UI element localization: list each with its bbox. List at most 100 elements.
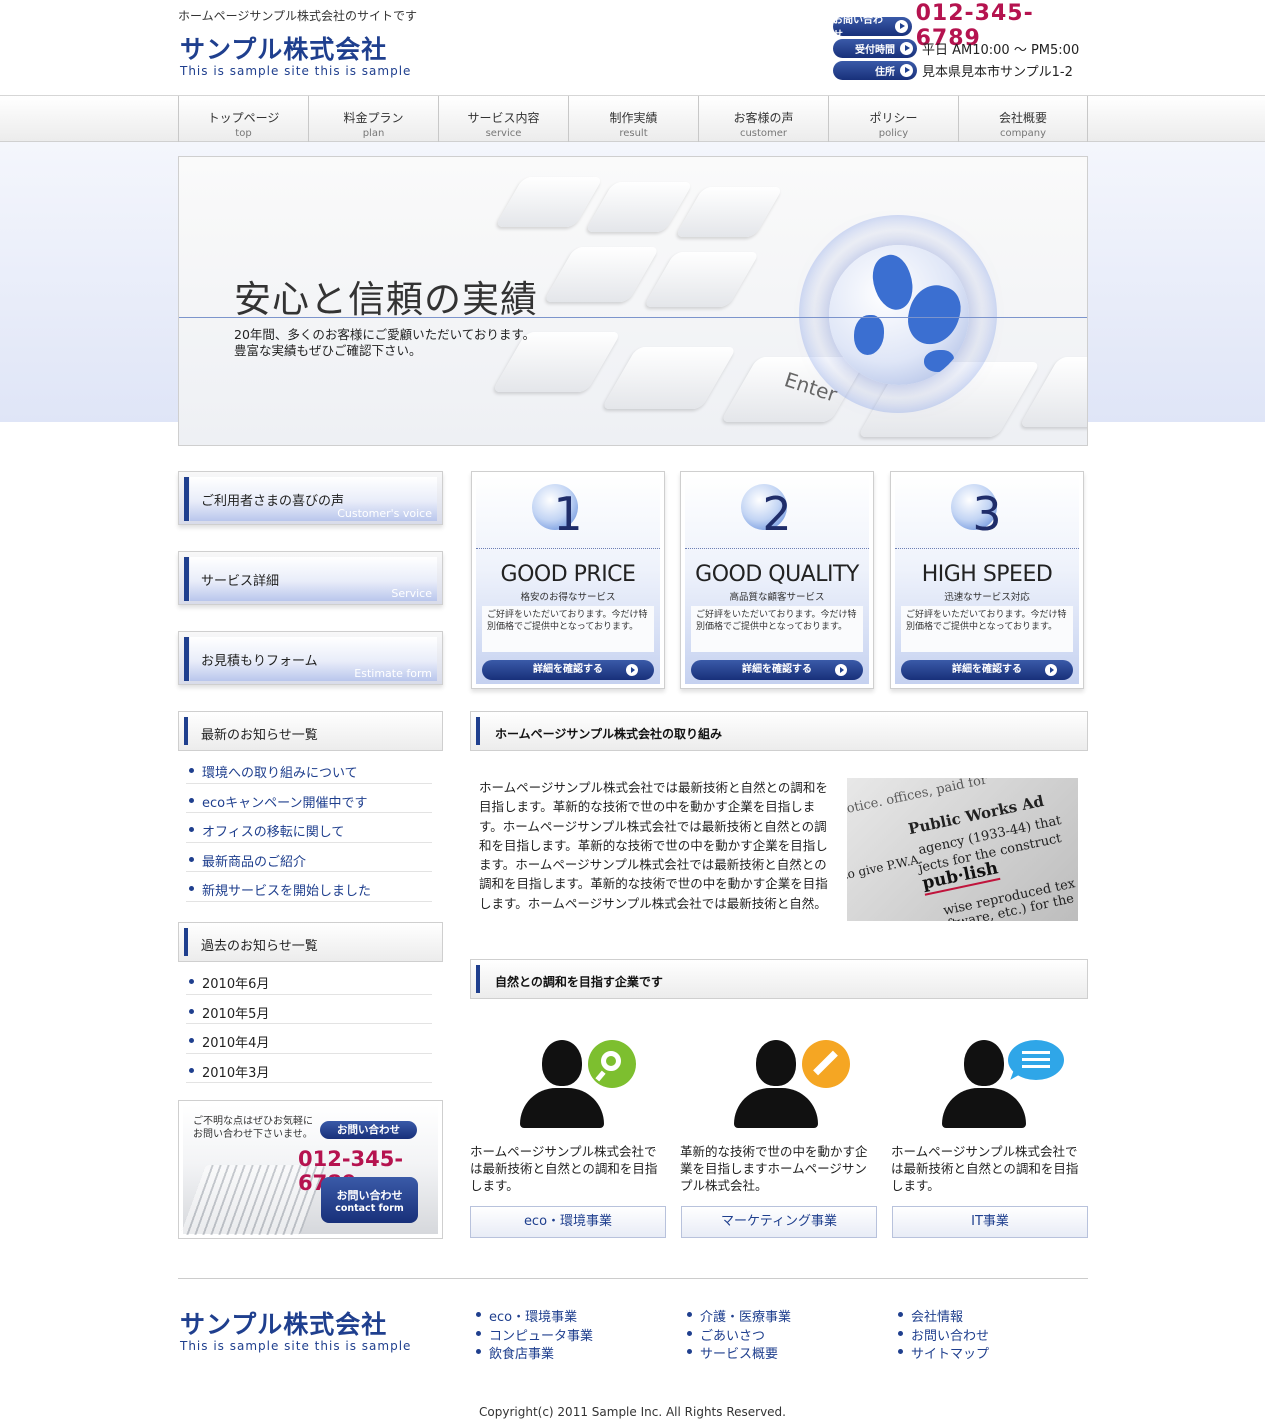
keyboard-key — [643, 252, 760, 307]
search-icon — [588, 1040, 636, 1088]
header-address: 見本県見本市サンプル1-2 — [922, 64, 1073, 80]
footer-links-col2: 介護・医療事業 ごあいさつ サービス概要 — [686, 1306, 886, 1362]
arrow-right-icon — [894, 19, 908, 33]
header-contact-button[interactable]: お問い合わせ — [833, 15, 912, 41]
global-nav: トップページ top 料金プラン plan サービス内容 service 制作実績 re… — [178, 96, 1088, 142]
dictionary-photo: notice. offices, paid for Public Works A… — [847, 778, 1078, 921]
feature-number: 1 — [553, 487, 583, 541]
keyboard-key — [674, 187, 784, 237]
logo-subtext: This is sample site this is sample — [180, 64, 412, 78]
contact-form-button[interactable]: お問い合わせ contact form — [321, 1177, 418, 1223]
feature-card-quality: 2 GOOD QUALITY 高品質な顧客サービス ご好評をいただいております。… — [680, 471, 874, 689]
footer-link[interactable]: 会社情報 — [897, 1306, 1097, 1325]
feature-description: ご好評をいただいております。今だけ特別価格でご提供中となっております。 — [482, 606, 654, 652]
footer-link[interactable]: 飲食店事業 — [475, 1343, 675, 1362]
news-item[interactable]: 環境への取り組みについて — [186, 754, 432, 784]
footer-logo-subtext: This is sample site this is sample — [180, 1339, 412, 1353]
feature-subtitle: 迅速なサービス対応 — [944, 592, 1030, 603]
footer-links-col3: 会社情報 お問い合わせ サイトマップ — [897, 1306, 1097, 1362]
footer-links-col1: eco・環境事業 コンピュータ事業 飲食店事業 — [475, 1306, 675, 1362]
marketing-business-button[interactable]: マーケティング事業 — [681, 1206, 877, 1238]
footer-link[interactable]: eco・環境事業 — [475, 1306, 675, 1325]
nav-item-plan[interactable]: 料金プラン plan — [308, 96, 438, 142]
business-marketing-text: 革新的な技術で世の中を動かす企業を目指しますホームページサンプル株式会社。 — [680, 1144, 868, 1193]
footer-logo-text: サンプル株式会社 — [180, 1310, 388, 1339]
feature-description: ご好評をいただいております。今だけ特別価格でご提供中となっております。 — [691, 606, 863, 652]
archive-item[interactable]: 2010年6月 — [186, 965, 432, 995]
global-nav-bar: トップページ top 料金プラン plan サービス内容 service 制作実績 re… — [0, 95, 1265, 142]
hero-banner: Enter 安心と信頼の実績 20年間、多くのお客様にご愛顧いただいております。… — [178, 156, 1088, 446]
feature-subtitle: 高品質な顧客サービス — [729, 592, 825, 603]
feature-detail-button[interactable]: 詳細を確認する — [901, 660, 1073, 680]
archive-item[interactable]: 2010年4月 — [186, 1024, 432, 1054]
feature-title: GOOD QUALITY — [695, 562, 859, 587]
keyboard-key — [584, 182, 694, 232]
eco-business-button[interactable]: eco・環境事業 — [470, 1206, 666, 1238]
archive-item[interactable]: 2010年3月 — [186, 1054, 432, 1083]
section-heading-initiatives: ホームページサンプル株式会社の取り組み — [470, 711, 1088, 751]
feature-detail-button[interactable]: 詳細を確認する — [691, 660, 863, 680]
sidebar-banner-service[interactable]: サービス詳細 Service — [178, 551, 443, 605]
nav-item-policy[interactable]: ポリシー policy — [828, 96, 958, 142]
site-tagline: ホームページサンプル株式会社のサイトです — [178, 9, 418, 23]
header-hours: 平日 AM10:00 ～ PM5:00 — [922, 42, 1080, 58]
nav-item-top[interactable]: トップページ top — [178, 96, 308, 142]
it-business-button[interactable]: IT事業 — [892, 1206, 1088, 1238]
sidebar-banner-customer-voice[interactable]: ご利用者さまの喜びの声 Customer's voice — [178, 471, 443, 525]
nav-item-result[interactable]: 制作実績 result — [568, 96, 698, 142]
feature-card-speed: 3 HIGH SPEED 迅速なサービス対応 ご好評をいただいております。今だけ… — [890, 471, 1084, 689]
nav-item-service[interactable]: サービス内容 service — [438, 96, 568, 142]
contact-prompt: ご不明な点はぜひお気軽に お問い合わせ下さいませ。 — [193, 1116, 313, 1140]
globe-icon — [829, 245, 969, 385]
address-label: 住所 — [833, 60, 917, 80]
arrow-right-icon — [900, 63, 913, 77]
keyboard-key — [494, 177, 604, 227]
person-search-icon — [520, 1040, 640, 1130]
footer-link[interactable]: サービス概要 — [686, 1343, 886, 1362]
footer-link[interactable]: お問い合わせ — [897, 1325, 1097, 1344]
feature-detail-button[interactable]: 詳細を確認する — [482, 660, 654, 680]
news-list: 環境への取り組みについて ecoキャンペーン開催中です オフィスの移転に関して … — [186, 754, 432, 902]
initiatives-body: ホームページサンプル株式会社では最新技術と自然との調和を目指します。革新的な技術… — [479, 780, 828, 911]
feature-subtitle: 格安のお得なサービス — [520, 592, 616, 603]
feature-title: GOOD PRICE — [500, 562, 636, 587]
news-item[interactable]: ecoキャンペーン開催中です — [186, 784, 432, 813]
logo-text: サンプル株式会社 — [180, 35, 388, 64]
hero-subtitle: 20年間、多くのお客様にご愛顧いただいております。 豊富な実績もぜひご確認下さい… — [234, 327, 536, 358]
news-item[interactable]: オフィスの移転に関して — [186, 813, 432, 843]
contact-pill-button[interactable]: お問い合わせ — [320, 1121, 417, 1139]
news-heading: 最新のお知らせ一覧 — [178, 711, 443, 751]
archive-item[interactable]: 2010年5月 — [186, 995, 432, 1024]
arrow-right-icon — [626, 664, 638, 676]
arrow-right-icon — [835, 664, 847, 676]
header-contact-row: お問い合わせ 012-345-6789 — [833, 1, 1083, 51]
nav-item-customer[interactable]: お客様の声 customer — [698, 96, 828, 142]
feature-number: 3 — [972, 487, 1002, 541]
archive-heading: 過去のお知らせ一覧 — [178, 922, 443, 962]
feature-number: 2 — [762, 487, 792, 541]
footer-divider — [178, 1278, 1088, 1279]
business-eco-text: ホームページサンプル株式会社では最新技術と自然との調和を目指します。 — [470, 1144, 658, 1193]
footer-link[interactable]: コンピュータ事業 — [475, 1325, 675, 1344]
keyboard-key — [601, 347, 737, 409]
footer-link[interactable]: サイトマップ — [897, 1343, 1097, 1362]
news-item[interactable]: 新規サービスを開始しました — [186, 872, 432, 902]
arrow-right-icon — [900, 41, 913, 55]
sidebar-banner-estimate[interactable]: お見積もりフォーム Estimate form — [178, 631, 443, 685]
person-edit-icon — [734, 1040, 854, 1130]
chat-bubble-icon — [1008, 1040, 1064, 1084]
hours-label: 受付時間 — [833, 38, 917, 58]
arrow-right-icon — [1045, 664, 1057, 676]
pencil-icon — [802, 1040, 850, 1088]
sidebar-contact-box: ご不明な点はぜひお気軽に お問い合わせ下さいませ。 お問い合わせ 012-345… — [178, 1100, 443, 1239]
nav-item-company[interactable]: 会社概要 company — [958, 96, 1088, 142]
footer-link[interactable]: ごあいさつ — [686, 1325, 886, 1344]
news-item[interactable]: 最新商品のご紹介 — [186, 843, 432, 872]
copyright: Copyright(c) 2011 Sample Inc. All Rights… — [479, 1405, 786, 1419]
feature-card-price: 1 GOOD PRICE 格安のお得なサービス ご好評をいただいております。今だ… — [471, 471, 665, 689]
feature-description: ご好評をいただいております。今だけ特別価格でご提供中となっております。 — [901, 606, 1073, 652]
header-hours-row: 受付時間 平日 AM10:00 ～ PM5:00 — [833, 38, 1083, 58]
footer-link[interactable]: 介護・医療事業 — [686, 1306, 886, 1325]
person-chat-icon — [942, 1040, 1064, 1130]
section-heading-harmony: 自然との調和を目指す企業です — [470, 959, 1088, 999]
